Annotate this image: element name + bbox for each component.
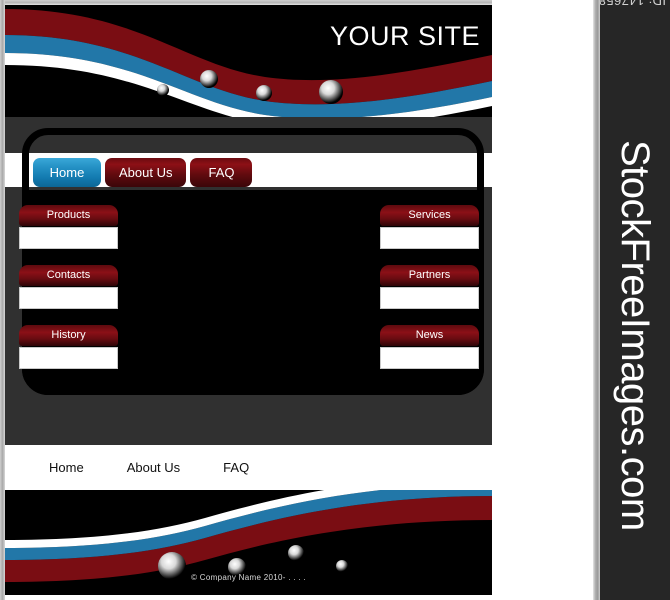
left-widget-column: Products Contacts History [19,205,118,385]
widget-history: History [19,325,118,369]
tab-faq[interactable]: FAQ [190,158,253,187]
widget-contacts-body[interactable] [19,287,118,309]
widget-news-body[interactable] [380,347,479,369]
widget-products-title[interactable]: Products [19,205,118,226]
site-title: YOUR SITE [329,21,480,51]
widget-services-title[interactable]: Services [380,205,479,226]
tab-home[interactable]: Home [33,158,101,187]
widget-partners: Partners [380,265,479,309]
widget-history-title[interactable]: History [19,325,118,346]
copyright-text: © Company Name 2010- . . . . [191,573,306,582]
widget-services: Services [380,205,479,249]
page-root: YOUR SITE Home About Us FAQ Products Con… [0,0,670,600]
footer-link-faq[interactable]: FAQ [223,460,249,475]
widget-partners-title[interactable]: Partners [380,265,479,286]
widget-news-title[interactable]: News [380,325,479,346]
widget-contacts-title[interactable]: Contacts [19,265,118,286]
widget-partners-body[interactable] [380,287,479,309]
primary-nav: Home About Us FAQ [33,158,253,187]
widget-products: Products [19,205,118,249]
website-mock: YOUR SITE Home About Us FAQ Products Con… [0,0,595,600]
watermark-divider [593,0,600,600]
watermark-sidebar: ID: 14765866 StockFreeImages.com [600,0,670,600]
widget-services-body[interactable] [380,227,479,249]
right-widget-column: Services Partners News [380,205,479,385]
footer-nav: Home About Us FAQ [5,445,492,490]
footer-link-about-us[interactable]: About Us [127,460,180,475]
watermark-image-id: ID: 14765866 [600,0,666,8]
header-banner: YOUR SITE [5,5,492,117]
site-right-gutter [492,0,595,600]
watermark-brand: StockFreeImages.com [613,140,657,531]
widget-contacts: Contacts [19,265,118,309]
widget-history-body[interactable] [19,347,118,369]
footer-banner: © Company Name 2010- . . . . [5,490,492,595]
tab-about-us[interactable]: About Us [105,158,187,187]
widget-products-body[interactable] [19,227,118,249]
footer-link-home[interactable]: Home [49,460,84,475]
widget-news: News [380,325,479,369]
